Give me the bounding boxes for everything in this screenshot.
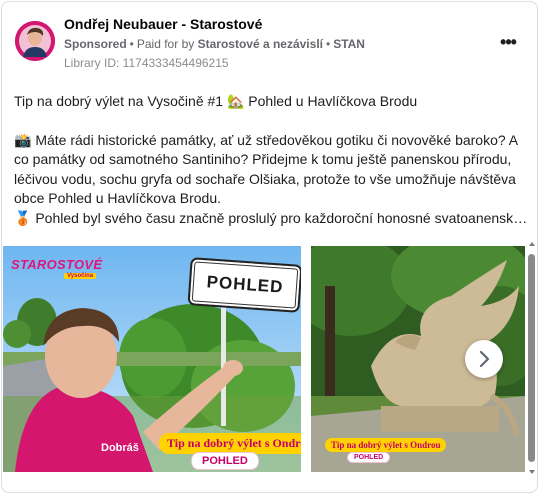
paid-for-party[interactable]: STAN	[333, 37, 365, 51]
sponsored-line: Sponsored • Paid for by Starostové a nezáv…	[64, 37, 365, 51]
author-name[interactable]: Ondřej Neubauer - Starostové	[64, 16, 262, 32]
post-text-headline: Tip na dobrý výlet na Vysočině #1 🏡 Pohl…	[14, 93, 418, 109]
post-text: Tip na dobrý výlet na Vysočině #1 🏡 Pohl…	[14, 92, 529, 228]
slide-1-pill: POHLED	[191, 452, 259, 470]
paid-for-prefix: Paid for by	[136, 37, 195, 51]
carousel-slide-1[interactable]: Dobráš STAROSTOVÉ Vysočina POHLED Tip na…	[3, 246, 301, 472]
brand-sub-label: Vysočina	[64, 273, 97, 279]
sponsored-label: Sponsored	[64, 37, 127, 51]
slide-2-tag: Tip na dobrý výlet s Ondrou	[325, 438, 447, 452]
post-text-paragraph: 📸 Máte rádi historické památky, ať už st…	[14, 131, 518, 207]
shirt-text: Dobráš	[101, 442, 139, 454]
library-id: Library ID: 1174333454496215	[64, 56, 229, 70]
ad-card: Ondřej Neubauer - Starostové Sponsored • P…	[1, 1, 538, 493]
image-carousel[interactable]: Dobráš STAROSTOVÉ Vysočina POHLED Tip na…	[3, 246, 525, 474]
scrollbar[interactable]	[528, 242, 537, 474]
brand-logo: STAROSTOVÉ	[11, 257, 103, 272]
town-sign: POHLED	[187, 257, 301, 313]
paid-for-name[interactable]: Starostové a nezávislí	[198, 37, 323, 51]
scrollbar-thumb[interactable]	[528, 254, 535, 462]
scroll-down-arrow-icon[interactable]	[529, 470, 535, 474]
chevron-right-icon[interactable]	[465, 340, 503, 378]
scroll-up-arrow-icon[interactable]	[529, 242, 535, 246]
post-text-truncated: 🥉 Pohled byl svého času značně proslulý …	[14, 209, 529, 226]
more-options-icon[interactable]: •••	[496, 32, 520, 52]
slide-2-pill: POHLED	[347, 452, 391, 463]
avatar[interactable]	[15, 21, 55, 61]
slide-1-tag: Tip na dobrý výlet s Ondrou	[159, 433, 301, 454]
